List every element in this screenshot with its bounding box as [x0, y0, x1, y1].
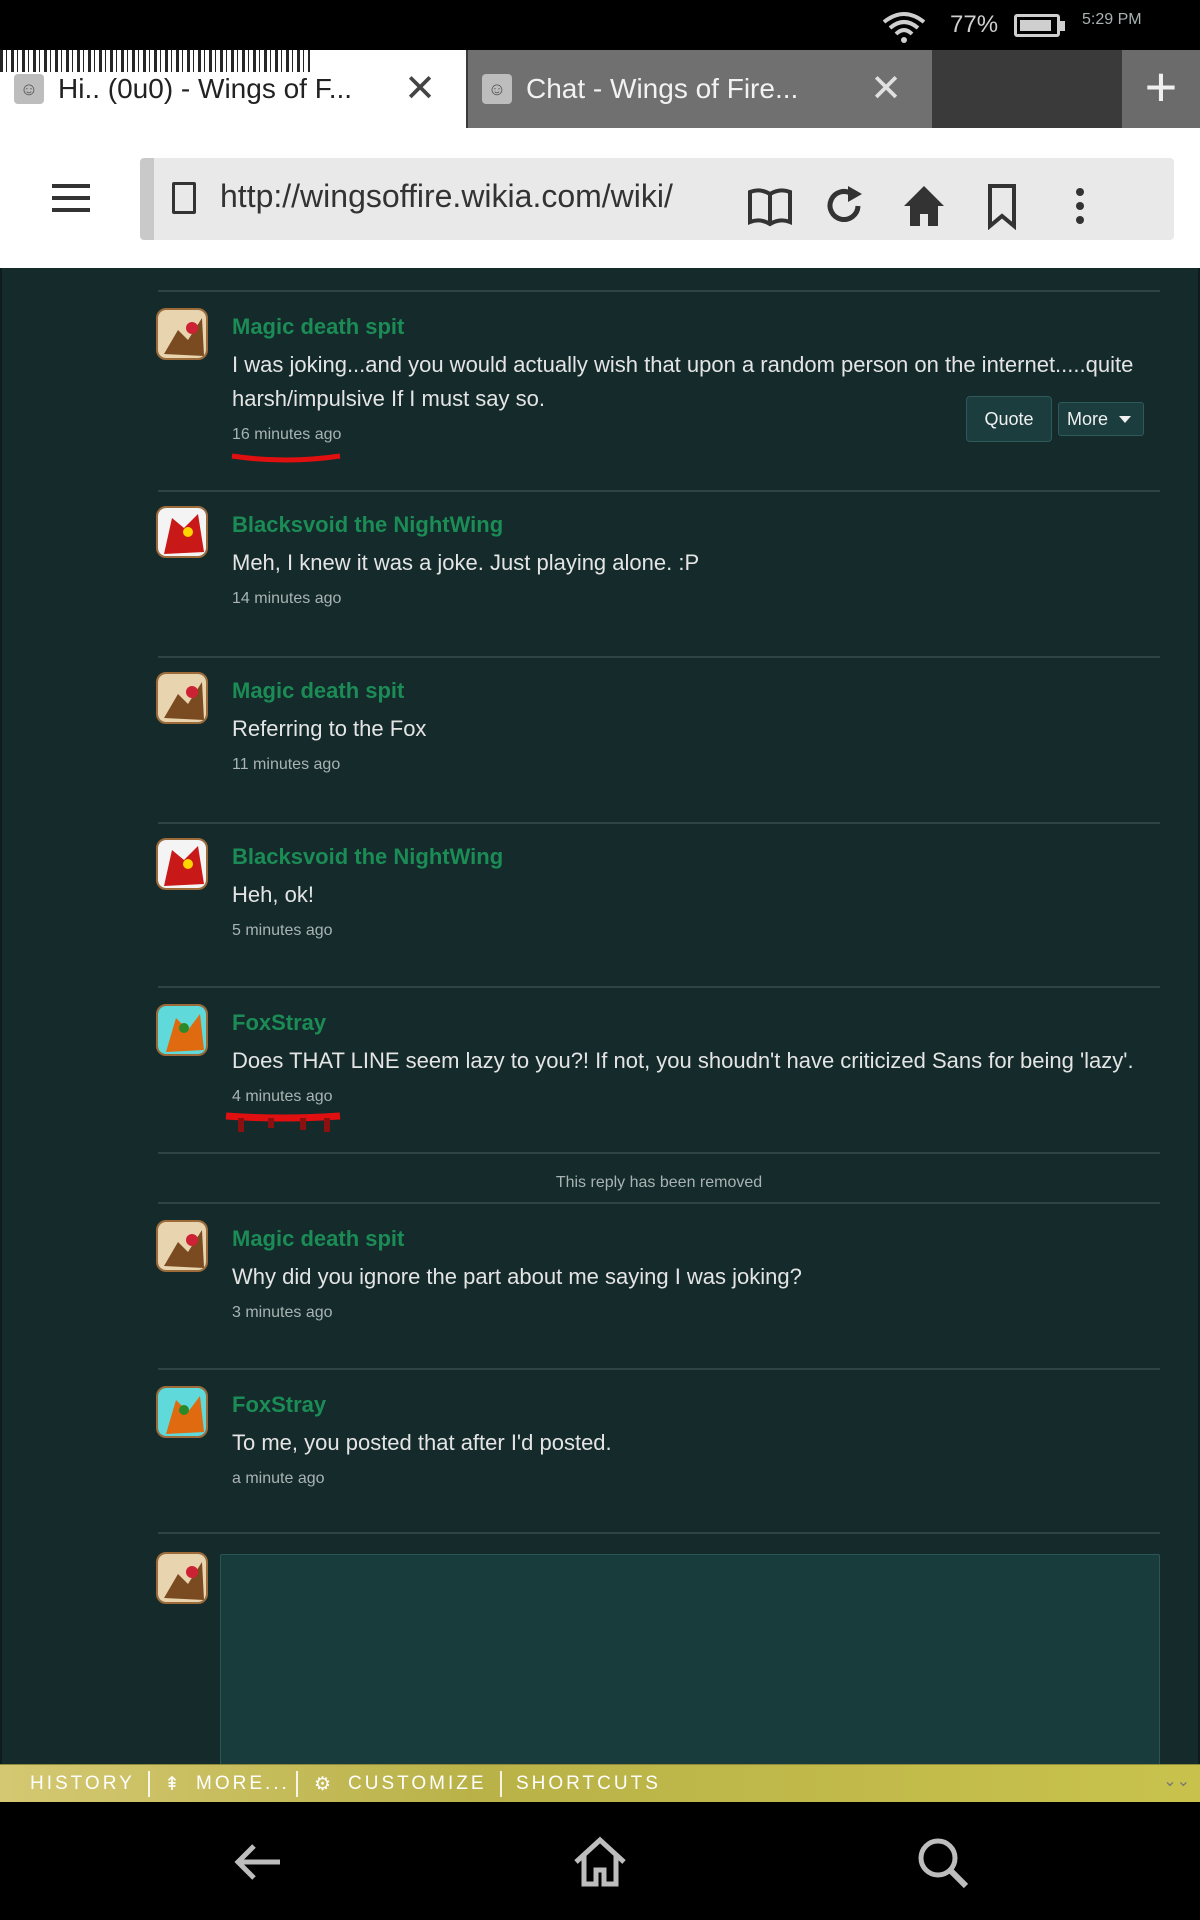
- comment-body: To me, you posted that after I'd posted.: [232, 1430, 612, 1455]
- battery-percentage: 77%: [950, 11, 999, 38]
- more-shortcut[interactable]: MORE...: [196, 1773, 290, 1795]
- more-label: More: [1067, 409, 1109, 429]
- favicon-icon: ☺: [482, 74, 512, 104]
- comment-author[interactable]: FoxStray: [232, 1010, 326, 1036]
- red-annotation: [225, 1112, 341, 1132]
- red-annotation: [231, 453, 341, 463]
- caret-down-icon: [1119, 416, 1131, 423]
- divider: [500, 1771, 502, 1797]
- comment-body: Does THAT LINE seem lazy to you?! If not…: [232, 1048, 1134, 1073]
- comment-timestamp[interactable]: 11 minutes ago: [232, 756, 340, 774]
- divider: [296, 1771, 298, 1797]
- divider: [158, 290, 1160, 292]
- comment-timestamp[interactable]: 3 minutes ago: [232, 1304, 333, 1322]
- history-shortcut[interactable]: HISTORY: [30, 1773, 135, 1795]
- address-bar[interactable]: http://wingsoffire.wikia.com/wiki/: [140, 158, 1174, 240]
- avatar[interactable]: [156, 506, 208, 558]
- reading-view-icon[interactable]: [746, 182, 794, 230]
- comment-timestamp[interactable]: 16 minutes ago: [232, 426, 341, 444]
- comment-timestamp[interactable]: 5 minutes ago: [232, 922, 333, 940]
- customize-shortcut[interactable]: CUSTOMIZE: [348, 1773, 487, 1795]
- tab-bar: ☺ Hi.. (0u0) - Wings of F... ✕ ☺ Chat - …: [0, 50, 1200, 128]
- comment-body: Meh, I knew it was a joke. Just playing …: [232, 550, 700, 575]
- comment-timestamp[interactable]: 14 minutes ago: [232, 590, 341, 608]
- divider: [158, 490, 1160, 492]
- comment-timestamp[interactable]: 4 minutes ago: [232, 1088, 333, 1106]
- comment-author[interactable]: Magic death spit: [232, 314, 404, 340]
- hamburger-menu-icon[interactable]: [52, 184, 90, 212]
- divider: [158, 656, 1160, 658]
- browser-toolbar: http://wingsoffire.wikia.com/wiki/: [0, 128, 1200, 268]
- collapse-chevron-icon[interactable]: ⌄⌄: [1163, 1771, 1190, 1791]
- up-arrow-icon: ⇞: [164, 1774, 183, 1795]
- comment-author[interactable]: Magic death spit: [232, 678, 404, 704]
- divider: [158, 822, 1160, 824]
- removed-reply-notice: This reply has been removed: [555, 1174, 763, 1191]
- avatar[interactable]: [156, 1004, 208, 1056]
- divider: [158, 1532, 1160, 1534]
- bookmark-icon[interactable]: [978, 182, 1026, 230]
- divider: [158, 1202, 1160, 1204]
- reload-icon[interactable]: [820, 182, 868, 230]
- home-nav-icon[interactable]: [570, 1832, 630, 1892]
- avatar[interactable]: [156, 838, 208, 890]
- avatar[interactable]: [156, 1220, 208, 1272]
- divider: [158, 1368, 1160, 1370]
- close-tab-icon[interactable]: ✕: [404, 70, 436, 108]
- battery-icon: [1014, 14, 1065, 37]
- status-bar: 77% 5:29 PM: [0, 0, 1200, 50]
- comment-author[interactable]: Blacksvoid the NightWing: [232, 844, 503, 870]
- home-icon[interactable]: [900, 182, 948, 230]
- shortcuts-bar: HISTORY ⇞ MORE... ⚙ CUSTOMIZE SHORTCUTS …: [0, 1764, 1200, 1802]
- tab-inactive[interactable]: ☺ Chat - Wings of Fire... ✕: [468, 50, 932, 128]
- comment-body: Why did you ignore the part about me say…: [232, 1264, 802, 1289]
- shortcuts-label[interactable]: SHORTCUTS: [516, 1773, 661, 1795]
- divider: [158, 1152, 1160, 1154]
- new-tab-button[interactable]: +: [1122, 50, 1200, 128]
- tab-active[interactable]: ☺ Hi.. (0u0) - Wings of F... ✕: [0, 50, 466, 128]
- comment-body: Referring to the Fox: [232, 716, 427, 741]
- comment-author[interactable]: Blacksvoid the NightWing: [232, 512, 503, 538]
- comment-timestamp[interactable]: a minute ago: [232, 1470, 325, 1488]
- comment-author[interactable]: FoxStray: [232, 1392, 326, 1418]
- comment-body: Heh, ok!: [232, 882, 314, 907]
- avatar[interactable]: [156, 672, 208, 724]
- wifi-icon: [882, 12, 926, 43]
- image-artifact: [0, 50, 310, 72]
- clock: 5:29 PM: [1082, 11, 1142, 28]
- gear-icon: ⚙: [314, 1774, 335, 1795]
- favicon-icon: ☺: [14, 74, 44, 104]
- more-button[interactable]: More: [1058, 402, 1144, 436]
- comment-author[interactable]: Magic death spit: [232, 1226, 404, 1252]
- avatar[interactable]: [156, 308, 208, 360]
- page-icon: [172, 182, 196, 214]
- divider: [148, 1771, 150, 1797]
- quote-button[interactable]: Quote: [966, 396, 1052, 442]
- back-icon[interactable]: [228, 1832, 288, 1892]
- overflow-menu-icon[interactable]: [1056, 182, 1104, 230]
- system-nav-bar: [0, 1802, 1200, 1920]
- close-tab-icon[interactable]: ✕: [870, 70, 902, 108]
- divider: [158, 986, 1160, 988]
- my-avatar: [156, 1552, 208, 1604]
- tab-title: Chat - Wings of Fire...: [526, 73, 799, 104]
- search-icon[interactable]: [912, 1832, 972, 1892]
- reply-textarea[interactable]: [220, 1554, 1160, 1764]
- tab-title: Hi.. (0u0) - Wings of F...: [58, 73, 353, 104]
- comment-thread: Magic death spit I was joking...and you …: [0, 268, 1200, 1764]
- avatar[interactable]: [156, 1386, 208, 1438]
